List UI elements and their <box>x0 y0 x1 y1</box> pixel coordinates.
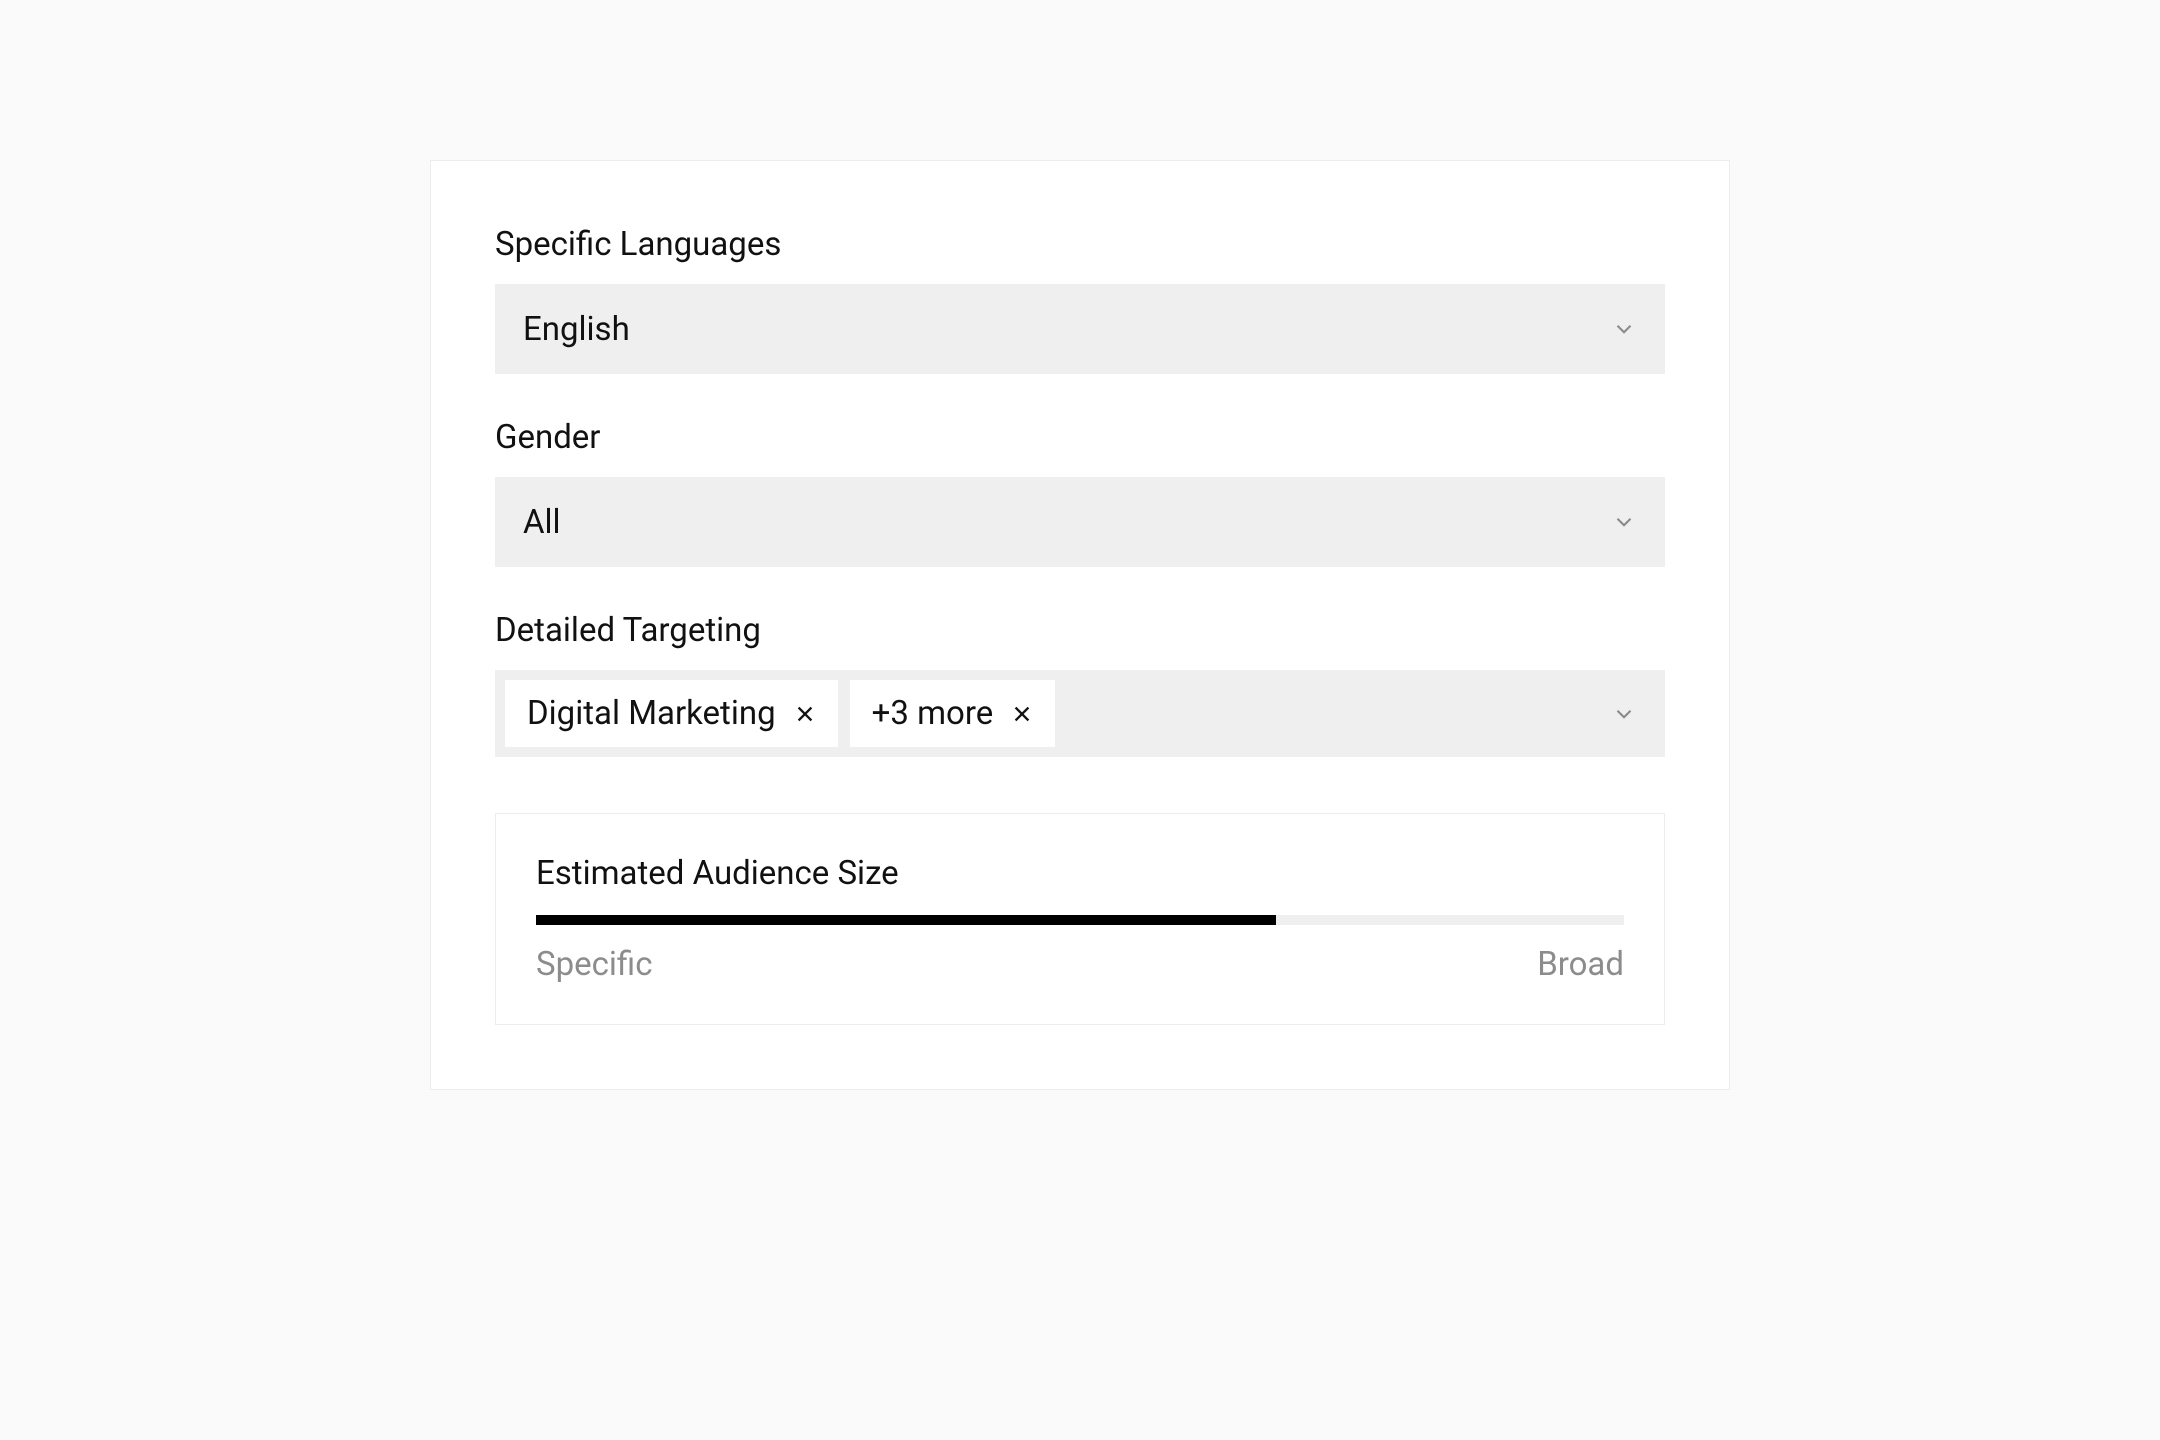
audience-box: Estimated Audience Size Specific Broad <box>495 813 1665 1025</box>
languages-field: Specific Languages English <box>495 225 1665 374</box>
languages-select[interactable]: English <box>495 284 1665 374</box>
chevron-down-icon <box>1611 316 1637 342</box>
audience-bar <box>536 915 1624 925</box>
audience-left-label: Specific <box>536 945 652 984</box>
audience-right-label: Broad <box>1537 945 1624 984</box>
targeting-tag[interactable]: +3 more <box>850 680 1056 747</box>
targeting-tag-label: Digital Marketing <box>527 694 776 733</box>
languages-value: English <box>523 310 630 349</box>
targeting-tag-label: +3 more <box>872 694 994 733</box>
audience-bar-fill <box>536 915 1276 925</box>
gender-value: All <box>523 503 561 542</box>
languages-label: Specific Languages <box>495 225 1665 264</box>
targeting-field: Detailed Targeting Digital Marketing +3 … <box>495 611 1665 757</box>
gender-field: Gender All <box>495 418 1665 567</box>
audience-title: Estimated Audience Size <box>536 854 1624 893</box>
targeting-select[interactable]: Digital Marketing +3 more <box>495 670 1665 757</box>
targeting-label: Detailed Targeting <box>495 611 1665 650</box>
gender-label: Gender <box>495 418 1665 457</box>
close-icon[interactable] <box>794 703 816 725</box>
chevron-down-icon <box>1611 509 1637 535</box>
targeting-tag-list: Digital Marketing +3 more <box>505 680 1055 747</box>
chevron-down-icon <box>1611 701 1637 727</box>
close-icon[interactable] <box>1011 703 1033 725</box>
gender-select[interactable]: All <box>495 477 1665 567</box>
targeting-card: Specific Languages English Gender All De… <box>430 160 1730 1090</box>
targeting-tag[interactable]: Digital Marketing <box>505 680 838 747</box>
audience-labels: Specific Broad <box>536 945 1624 984</box>
